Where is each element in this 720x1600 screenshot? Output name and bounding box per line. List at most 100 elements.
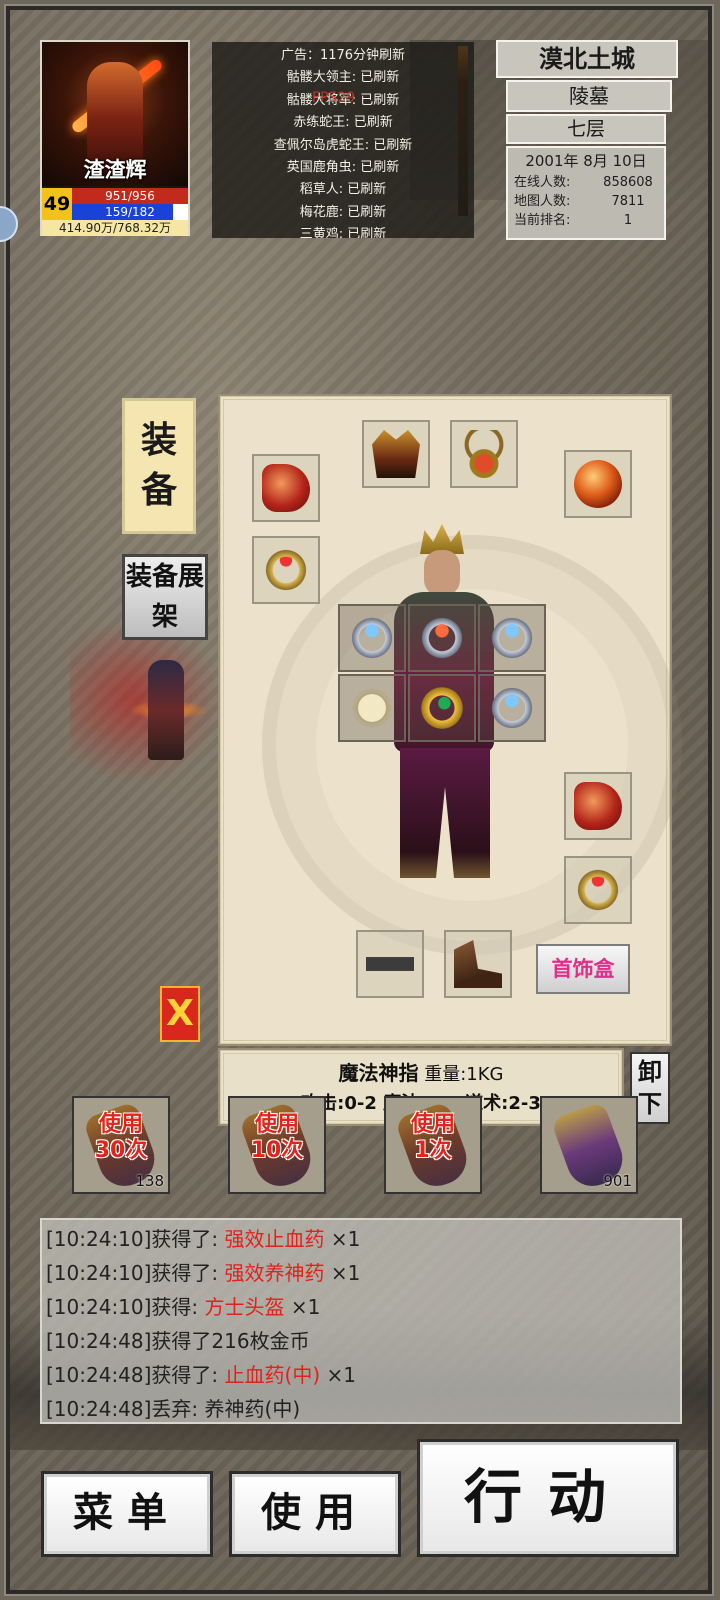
gem-ring-icon <box>488 684 536 732</box>
log-text: [10:24:48]获得了: <box>46 1363 225 1387</box>
tab-equipment-char1: 装 <box>140 420 177 461</box>
boss-refresh-row: 骷髅大领主: 已刷新 <box>286 70 400 86</box>
slot-belt[interactable] <box>356 930 424 998</box>
slot-right-ring[interactable] <box>564 856 632 924</box>
log-item-name: 止血药(中) <box>224 1363 321 1387</box>
log-line: [10:24:48]获得了216枚金币 <box>46 1324 676 1358</box>
mp-bar: 159/182 <box>72 204 188 220</box>
item-name: 魔法神指 <box>338 1061 419 1085</box>
menu-button[interactable]: 菜单 <box>41 1471 213 1557</box>
slot-necklace[interactable] <box>450 420 518 488</box>
tab-showcase-char3: 展 <box>178 562 205 592</box>
log-item-name: 强效养神药 <box>224 1261 325 1285</box>
belt-icon <box>366 940 414 988</box>
map-count-row: 地图人数: 7811 <box>514 192 658 211</box>
boss-refresh-row: 三黄鸡: 已刷新 <box>299 227 387 238</box>
tab-equipment[interactable]: 装 备 <box>122 398 196 534</box>
server-stats: 2001年 8月 10日 在线人数: 858608 地图人数: 7811 当前排… <box>506 146 666 240</box>
tab-showcase-char1: 装 <box>125 562 152 592</box>
potion-count: 901 <box>603 1172 632 1190</box>
boss-refresh-row: 查佩尔岛虎蛇王: 已刷新 <box>273 137 413 153</box>
equipment-panel: 首饰盒 <box>220 396 682 1044</box>
slot-medal[interactable] <box>564 450 632 518</box>
hp-bar: 951/956 <box>72 188 188 204</box>
slot-gem-2[interactable] <box>408 604 476 672</box>
slot-left-bracelet[interactable] <box>252 454 320 522</box>
log-quantity: ×1 <box>320 1363 356 1387</box>
doll-head <box>424 550 460 596</box>
log-line: [10:24:48]获得了: 止血药(中) ×1 <box>46 1358 676 1392</box>
online-count-row: 在线人数: 858608 <box>514 173 658 192</box>
player-portrait[interactable]: 渣渣辉 49 951/956 159/182 414.90万/768.32万 <box>40 40 190 236</box>
boss-refresh-row: 梅花鹿: 已刷新 <box>299 204 387 220</box>
use-button[interactable]: 使用 <box>229 1471 401 1557</box>
city-name: 漠北土城 <box>496 40 678 78</box>
rank-label: 当前排名: <box>514 213 571 228</box>
floor-name: 七层 <box>506 114 666 144</box>
gold-ring-icon <box>418 684 466 732</box>
necklace-icon <box>460 430 508 478</box>
log-text: [10:24:10]获得: <box>46 1295 205 1319</box>
beads-icon <box>348 684 396 732</box>
potion-slot-4[interactable]: 901 <box>540 1096 638 1194</box>
log-line: [10:24:10]获得: 方士头盔 ×1 <box>46 1290 676 1324</box>
helmet-icon <box>372 430 420 478</box>
map-count-label: 地图人数: <box>514 194 571 209</box>
map-character[interactable] <box>128 640 208 770</box>
log-quantity: ×1 <box>324 1261 361 1285</box>
slot-left-ring[interactable] <box>252 536 320 604</box>
slot-gem-5[interactable] <box>408 674 476 742</box>
online-label: 在线人数: <box>514 175 571 190</box>
boots-icon <box>454 940 502 988</box>
boss-refresh-list[interactable]: FPS29 广告：1176分钟刷新 骷髅大领主: 已刷新 骷髅大将军: 已刷新 赤练蛇… <box>212 42 474 238</box>
log-line: [10:24:10]获得了: 强效养神药 ×1 <box>46 1256 676 1290</box>
slot-gem-1[interactable] <box>338 604 406 672</box>
potion-slot-2[interactable]: 使用 10次 <box>228 1096 326 1194</box>
log-item-name: 强效止血药 <box>224 1227 325 1251</box>
potion-use-label: 使用 1次 <box>410 1112 455 1163</box>
bracelet-icon <box>262 464 310 512</box>
log-quantity: ×1 <box>284 1295 321 1319</box>
ring-icon <box>574 866 622 914</box>
log-line: [10:24:10]获得了: 强效止血药 ×1 <box>46 1222 676 1256</box>
tab-showcase-char2: 备 <box>151 562 178 592</box>
boss-refresh-row: 稻草人: 已刷新 <box>299 182 387 198</box>
potion-use-label: 使用 10次 <box>250 1112 304 1163</box>
jewelry-box-button[interactable]: 首饰盒 <box>536 944 630 994</box>
action-button[interactable]: 行动 <box>417 1439 679 1557</box>
tab-equipment-showcase[interactable]: 装 备 展 架 <box>122 554 208 640</box>
mp-text: 159/182 <box>105 205 155 219</box>
unequip-char2: 下 <box>638 1090 662 1118</box>
tab-equipment-char2: 备 <box>140 470 177 511</box>
log-text: [10:24:48]丢弃: 养神药(中) <box>46 1397 301 1421</box>
slot-gem-3[interactable] <box>478 604 546 672</box>
tab-showcase-char4: 架 <box>151 602 178 632</box>
message-log[interactable]: [10:24:10]获得了: 强效止血药 ×1 [10:24:10]获得了: 强效… <box>40 1218 682 1424</box>
log-item-name: 方士头盔 <box>204 1295 285 1319</box>
online-value: 858608 <box>603 175 653 190</box>
slot-gem-4[interactable] <box>338 674 406 742</box>
rank-value: 1 <box>623 213 633 228</box>
map-count-value: 7811 <box>611 194 645 209</box>
potion-count: 138 <box>135 1172 164 1190</box>
slot-right-bracelet[interactable] <box>564 772 632 840</box>
map-name: 陵墓 <box>506 80 672 112</box>
boss-refresh-row: 赤练蛇王: 已刷新 <box>293 115 393 131</box>
potion-use-label: 使用 30次 <box>94 1112 148 1163</box>
unequip-char1: 卸 <box>638 1058 662 1086</box>
slot-gem-6[interactable] <box>478 674 546 742</box>
slot-boots[interactable] <box>444 930 512 998</box>
boss-refresh-row: 英国鹿角虫: 已刷新 <box>286 159 400 175</box>
gem-ring-icon <box>418 614 466 662</box>
log-text: [10:24:48]获得了216枚金币 <box>46 1329 310 1353</box>
gem-ring-icon <box>348 614 396 662</box>
slot-helmet[interactable] <box>362 420 430 488</box>
exp-bar: 414.90万/768.32万 <box>42 220 188 236</box>
item-weight: 重量:1KG <box>424 1064 504 1085</box>
close-button[interactable]: X <box>160 986 200 1042</box>
player-level: 49 <box>42 188 72 220</box>
log-quantity: ×1 <box>324 1227 361 1251</box>
log-text: [10:24:10]获得了: <box>46 1261 225 1285</box>
potion-slot-3[interactable]: 使用 1次 <box>384 1096 482 1194</box>
potion-slot-1[interactable]: 使用 30次 138 <box>72 1096 170 1194</box>
